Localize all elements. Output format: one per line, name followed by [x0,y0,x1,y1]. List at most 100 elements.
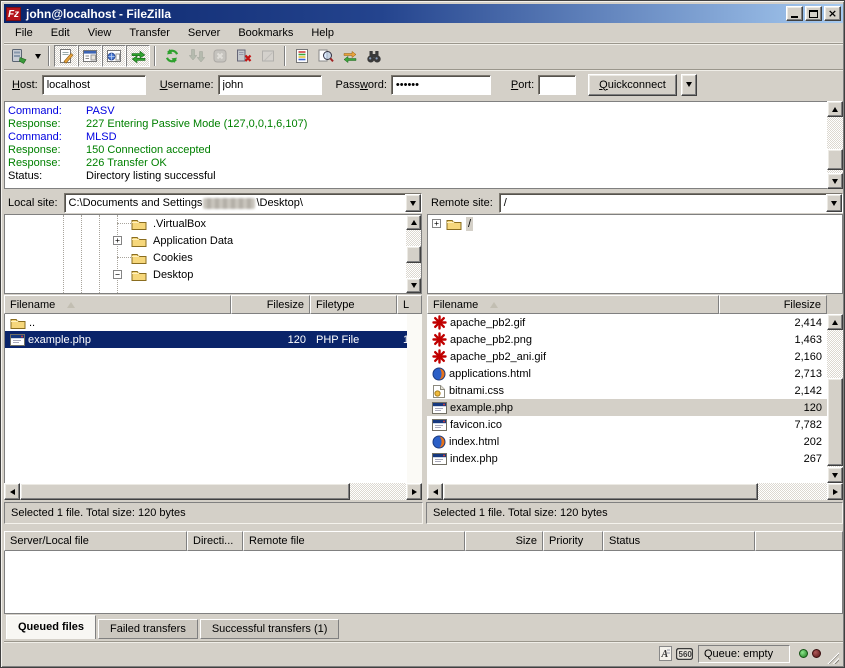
column-header-filetype[interactable]: Filetype [310,295,397,314]
remote-horizontal-scrollbar[interactable] [427,483,843,500]
remote-path-dropdown[interactable] [826,194,842,212]
file-row[interactable]: apache_pb2_ani.gif2,160 [427,348,827,365]
remote-list-scrollbar[interactable] [827,314,843,483]
scroll-down-button[interactable] [827,173,843,189]
tree-item-root[interactable]: +/ [428,215,842,232]
scroll-thumb[interactable] [827,149,843,170]
file-row[interactable]: example.php120PHP File1 [5,331,407,348]
tab-queued-files[interactable]: Queued files [6,615,96,639]
scroll-thumb[interactable] [443,483,758,500]
column-header-l[interactable]: L [397,295,422,314]
maximize-button[interactable] [805,6,822,21]
collapse-icon[interactable]: − [113,270,122,279]
file-row[interactable]: example.php120 [427,399,827,416]
scroll-thumb[interactable] [20,483,350,500]
queue-column-size[interactable]: Size [465,531,543,551]
column-header-filename[interactable]: Filename [4,295,231,314]
password-input[interactable] [391,75,491,95]
minimize-button[interactable] [786,6,803,21]
tree-item-virtualbox[interactable]: .VirtualBox [5,215,421,232]
quickconnect-button[interactable]: Quickconnect [588,74,677,96]
local-horizontal-scrollbar[interactable] [4,483,422,500]
scroll-right-button[interactable] [406,483,422,500]
scroll-down-button[interactable] [827,467,843,483]
reconnect-button[interactable] [256,45,280,67]
queue-column-server-local-file[interactable]: Server/Local file [4,531,187,551]
menu-help[interactable]: Help [302,24,343,42]
username-input[interactable] [218,75,322,95]
column-header-filesize[interactable]: Filesize [719,295,827,314]
local-list-scrollbar[interactable] [407,314,422,483]
quickconnect-dropdown[interactable] [681,74,697,96]
file-row[interactable]: index.html202 [427,433,827,450]
toggle-message-log-button[interactable] [54,45,78,67]
log-line: Response:226 Transfer OK [8,157,827,170]
menu-view[interactable]: View [79,24,121,42]
tab-successful-transfers-1[interactable]: Successful transfers (1) [200,619,340,639]
process-queue-button[interactable] [184,45,208,67]
column-header-filename[interactable]: Filename [427,295,719,314]
toggle-transfer-queue-button[interactable] [126,45,150,67]
scroll-left-button[interactable] [4,483,20,500]
file-row[interactable]: applications.html2,713 [427,365,827,382]
scroll-down-button[interactable] [406,278,421,293]
file-row[interactable]: apache_pb2.gif2,414 [427,314,827,331]
file-name: favicon.ico [450,419,502,431]
scroll-thumb[interactable] [406,246,421,263]
toggle-remote-tree-button[interactable] [102,45,126,67]
port-input[interactable] [538,75,576,95]
log-line-text: 150 Connection accepted [86,144,211,157]
tree-item-application-data[interactable]: +Application Data [5,232,421,249]
menu-transfer[interactable]: Transfer [120,24,179,42]
expand-icon[interactable]: + [432,219,441,228]
menu-file[interactable]: File [6,24,42,42]
scroll-thumb[interactable] [827,378,843,466]
file-row[interactable]: bitnami.css2,142 [427,382,827,399]
menu-server[interactable]: Server [179,24,229,42]
remote-site-bar: Remote site: / [427,192,843,214]
statusbar-icons: A560 [659,646,693,661]
tree-item-cookies[interactable]: Cookies [5,249,421,266]
menu-edit[interactable]: Edit [42,24,79,42]
scroll-up-button[interactable] [827,314,843,330]
site-manager-button[interactable] [7,45,31,67]
queue-column-remote-file[interactable]: Remote file [243,531,465,551]
tree-item-desktop[interactable]: −Desktop [5,266,421,283]
disconnect-button[interactable] [232,45,256,67]
local-path-dropdown[interactable] [405,194,421,212]
data-type-icon: A [659,646,672,661]
menu-bookmarks[interactable]: Bookmarks [229,24,302,42]
local-tree-scrollbar[interactable] [406,215,421,293]
scroll-right-button[interactable] [827,483,843,500]
queue-column-directi[interactable]: Directi... [187,531,243,551]
scroll-up-button[interactable] [827,101,843,117]
site-manager-dropdown[interactable] [31,45,44,67]
log-line: Response:150 Connection accepted [8,144,827,157]
toggle-local-tree-button[interactable] [78,45,102,67]
tab-failed-transfers[interactable]: Failed transfers [98,619,198,639]
message-log-scrollbar[interactable] [827,101,843,189]
scroll-left-button[interactable] [427,483,443,500]
resize-grip[interactable] [826,651,839,664]
cancel-operation-button[interactable] [208,45,232,67]
folder-icon [10,316,26,330]
file-row[interactable]: .. [5,314,407,331]
scroll-up-button[interactable] [406,215,421,230]
expand-icon[interactable]: + [113,236,122,245]
host-input[interactable] [42,75,146,95]
column-header-filesize[interactable]: Filesize [231,295,310,314]
filter-button[interactable] [290,45,314,67]
file-row[interactable]: apache_pb2.png1,463 [427,331,827,348]
file-row[interactable]: favicon.ico7,782 [427,416,827,433]
local-path-combo[interactable]: C:\Documents and Settings\Desktop\ [64,193,422,213]
refresh-button[interactable] [160,45,184,67]
close-button[interactable]: × [824,6,841,21]
queue-column-priority[interactable]: Priority [543,531,603,551]
synchronized-browsing-button[interactable] [338,45,362,67]
find-files-button[interactable] [362,45,386,67]
queue-column-status[interactable]: Status [603,531,755,551]
remote-path-combo[interactable]: / [499,193,843,213]
chevron-down-icon [831,201,837,206]
file-row[interactable]: index.php267 [427,450,827,467]
directory-comparison-button[interactable] [314,45,338,67]
